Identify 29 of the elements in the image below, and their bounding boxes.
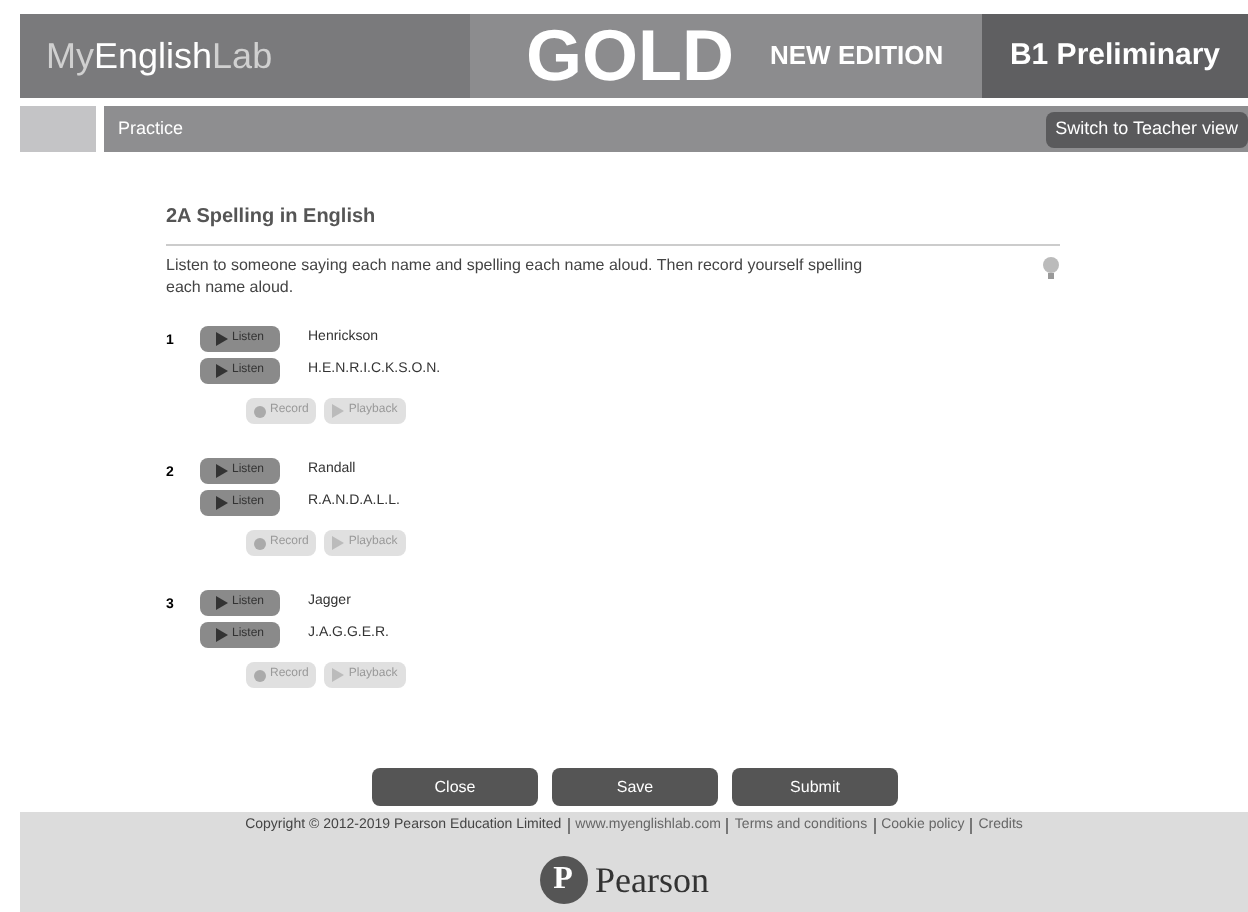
instruction-text: Listen to someone saying each name and spelling each name aloud. Then record yourself spelling each name aloud.	[166, 254, 865, 298]
edition-label: NEW EDITION	[770, 38, 944, 75]
page-title: Practice	[116, 115, 184, 142]
logo-text: Lab	[212, 33, 273, 79]
pearson-logo-text: Pearson	[595, 857, 709, 903]
exercise-title: 2A Spelling in English	[166, 204, 378, 232]
pearson-logo-mark: P	[539, 856, 587, 904]
play-icon	[215, 496, 228, 510]
level-banner: B1 Preliminary	[982, 14, 1248, 98]
logo-text: My	[46, 33, 94, 80]
play-icon	[215, 464, 228, 478]
switch-view-button[interactable]: Switch to Teacher view	[1045, 111, 1248, 147]
play-icon	[215, 628, 228, 642]
play-icon	[332, 536, 345, 550]
action-button[interactable]: Submit	[732, 768, 898, 806]
play-icon	[332, 668, 345, 682]
sidebar-strip	[20, 106, 96, 152]
record-icon	[254, 537, 266, 549]
play-icon	[215, 332, 228, 346]
play-icon	[215, 364, 228, 378]
logo-text: English	[94, 33, 213, 80]
action-button[interactable]: Close	[372, 768, 538, 806]
action-button[interactable]: Save	[552, 768, 718, 806]
product-title: GOLD	[526, 20, 734, 92]
play-icon	[215, 596, 228, 610]
record-icon	[254, 669, 266, 681]
record-icon	[254, 405, 266, 417]
lightbulb-icon[interactable]	[1042, 256, 1060, 282]
play-icon	[332, 404, 345, 418]
